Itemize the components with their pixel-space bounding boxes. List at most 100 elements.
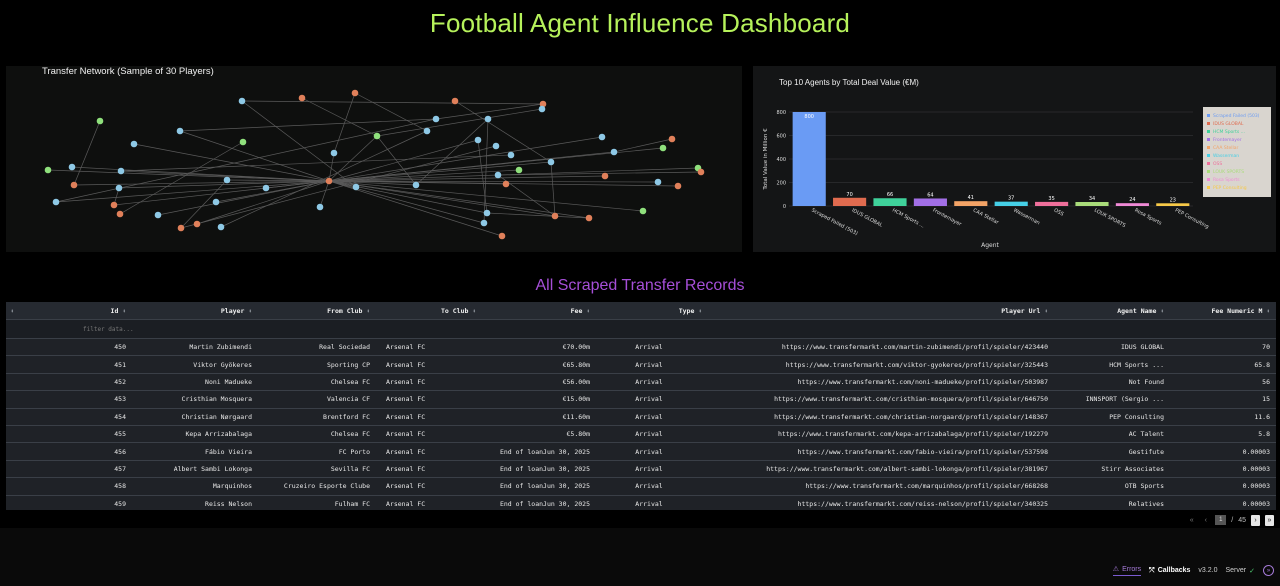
table-cell[interactable]: Reiss Nelson	[132, 495, 258, 510]
bar[interactable]	[954, 201, 988, 206]
legend-item[interactable]: Scraped Failed (503)	[1213, 113, 1260, 119]
column-header[interactable]: Player ⬍	[132, 302, 258, 320]
table-cell[interactable]: 457	[20, 460, 132, 479]
column-header[interactable]: Fee ⬍	[482, 302, 596, 320]
row-select-sort-toggle[interactable]: ⬍	[6, 302, 20, 320]
transfer-network-panel[interactable]: Transfer Network (Sample of 30 Players)	[6, 66, 742, 252]
legend-item[interactable]: PEP Consulting	[1213, 185, 1247, 191]
table-cell[interactable]: https://www.transfermarkt.com/marquinhos…	[708, 477, 1054, 496]
table-cell[interactable]: https://www.transfermarkt.com/reiss-nels…	[708, 495, 1054, 510]
club-node[interactable]	[668, 135, 676, 143]
table-cell[interactable]: 0.00003	[1170, 477, 1276, 496]
player-node[interactable]	[217, 223, 225, 231]
player-node[interactable]	[154, 211, 162, 219]
table-cell[interactable]: https://www.transfermarkt.com/martin-zub…	[708, 338, 1054, 357]
column-header[interactable]: From Club ⬍	[258, 302, 376, 320]
player-node[interactable]	[52, 198, 60, 206]
table-cell[interactable]: €56.00m	[482, 373, 596, 392]
player-node[interactable]	[117, 167, 125, 175]
table-cell[interactable]: Arsenal FC	[376, 442, 482, 461]
table-cell[interactable]: Stirr Associates	[1054, 460, 1170, 479]
table-cell[interactable]: Valencia CF	[258, 390, 376, 409]
bar-chart[interactable]: 0 200 400 600 800 Total Value in Million € Age…	[753, 66, 1276, 252]
table-cell[interactable]: https://www.transfermarkt.com/fabio-viei…	[708, 442, 1054, 461]
table-cell[interactable]: INNSPORT (Sergio ...	[1054, 390, 1170, 409]
table-cell[interactable]: Christian Nørgaard	[132, 408, 258, 426]
table-cell[interactable]: Arsenal FC	[376, 425, 482, 444]
table-cell[interactable]: https://www.transfermarkt.com/cristhian-…	[708, 390, 1054, 409]
bar[interactable]	[1156, 203, 1190, 206]
network-graph[interactable]	[6, 66, 742, 252]
table-cell[interactable]: Chelsea FC	[258, 425, 376, 444]
table-cell[interactable]: https://www.transfermarkt.com/viktor-gyo…	[708, 355, 1054, 374]
table-cell[interactable]: Arrival	[596, 477, 708, 496]
bar[interactable]	[833, 197, 867, 206]
club-node[interactable]	[70, 181, 78, 189]
table-row[interactable]: 458 Marquinhos Cruzeiro Esporte Clube Arsen…	[6, 477, 1276, 496]
table-cell[interactable]: End of loanJun 30, 2025	[482, 495, 596, 510]
top-agents-chart-panel[interactable]: Top 10 Agents by Total Deal Value (€M) 0…	[753, 66, 1276, 252]
player-node[interactable]	[68, 163, 76, 171]
table-cell[interactable]: Arsenal FC	[376, 390, 482, 409]
player-node[interactable]	[412, 181, 420, 189]
club-node[interactable]	[325, 177, 333, 185]
player-node[interactable]	[352, 183, 360, 191]
agent-node[interactable]	[44, 166, 52, 174]
club-node[interactable]	[351, 89, 359, 97]
table-cell[interactable]: Not Found	[1054, 373, 1170, 392]
player-node[interactable]	[507, 151, 515, 159]
table-cell[interactable]: 0.00003	[1170, 495, 1276, 510]
sort-icon[interactable]: ⬍	[1266, 308, 1270, 315]
table-cell[interactable]: 11.6	[1170, 408, 1276, 426]
table-cell[interactable]: 452	[20, 373, 132, 392]
callbacks-tab[interactable]: ⤲ Callbacks	[1149, 567, 1190, 575]
agent-node[interactable]	[659, 144, 667, 152]
table-cell[interactable]: Arsenal FC	[376, 460, 482, 479]
first-page-button[interactable]: «	[1187, 515, 1196, 526]
table-cell[interactable]: Kepa Arrizabalaga	[132, 425, 258, 444]
column-header[interactable]: Player Url ⬍	[708, 302, 1054, 320]
table-cell[interactable]: Arsenal FC	[376, 408, 482, 426]
table-cell[interactable]: 453	[20, 390, 132, 409]
sort-icon[interactable]: ⬍	[1044, 308, 1048, 315]
table-cell[interactable]: Sporting CP	[258, 355, 376, 374]
table-cell[interactable]: Arrival	[596, 390, 708, 409]
table-cell[interactable]: €5.80m	[482, 425, 596, 444]
table-cell[interactable]: Arsenal FC	[376, 477, 482, 496]
current-page-input[interactable]: 1	[1215, 515, 1227, 525]
player-node[interactable]	[494, 171, 502, 179]
column-header[interactable]: Agent Name ⬍	[1054, 302, 1170, 320]
table-cell[interactable]: FC Porto	[258, 442, 376, 461]
table-cell[interactable]: Relatives	[1054, 495, 1170, 510]
bar[interactable]	[792, 112, 826, 206]
agent-node[interactable]	[373, 132, 381, 140]
player-node[interactable]	[130, 140, 138, 148]
legend-item[interactable]: OSS	[1213, 161, 1222, 167]
table-cell[interactable]: 65.8	[1170, 355, 1276, 374]
table-cell[interactable]: Arrival	[596, 442, 708, 461]
player-node[interactable]	[316, 203, 324, 211]
player-node[interactable]	[330, 149, 338, 157]
player-node[interactable]	[483, 209, 491, 217]
player-node[interactable]	[598, 133, 606, 141]
player-node[interactable]	[432, 115, 440, 123]
club-node[interactable]	[585, 214, 593, 222]
club-node[interactable]	[551, 212, 559, 220]
table-cell[interactable]: PEP Consulting	[1054, 408, 1170, 426]
table-row[interactable]: 451 Viktor Gyökeres Sporting CP Arsenal FC €…	[6, 355, 1276, 374]
agent-node[interactable]	[239, 138, 247, 146]
table-cell[interactable]: Martin Zubimendi	[132, 338, 258, 357]
table-cell[interactable]: €65.80m	[482, 355, 596, 374]
table-cell[interactable]: AC Talent	[1054, 425, 1170, 444]
table-cell[interactable]: https://www.transfermarkt.com/christian-…	[708, 408, 1054, 426]
column-header[interactable]: Type ⬍	[596, 302, 708, 320]
club-node[interactable]	[601, 172, 609, 180]
table-cell[interactable]: End of loanJun 30, 2025	[482, 477, 596, 496]
sort-icon[interactable]: ⬍	[1160, 308, 1164, 315]
sort-icon[interactable]: ⬍	[472, 308, 476, 315]
table-cell[interactable]: 451	[20, 355, 132, 374]
table-cell[interactable]: Arrival	[596, 495, 708, 510]
club-node[interactable]	[674, 182, 682, 190]
bar[interactable]	[994, 201, 1028, 206]
sort-icon[interactable]: ⬍	[366, 308, 370, 315]
